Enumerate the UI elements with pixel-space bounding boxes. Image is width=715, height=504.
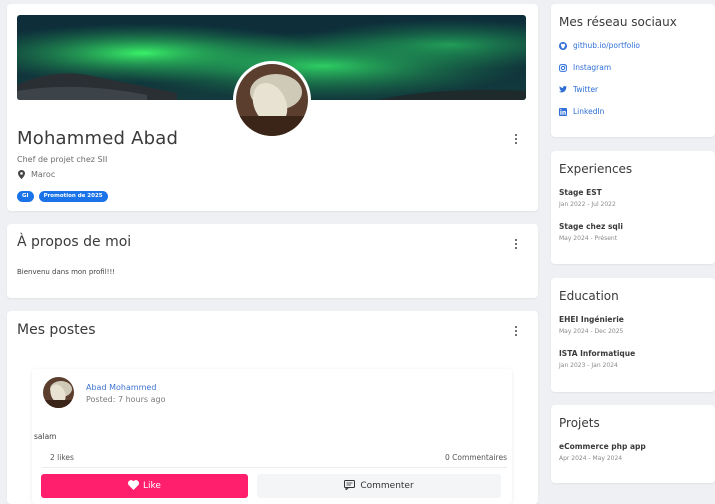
experiences-title: Experiences xyxy=(559,162,633,176)
instagram-icon xyxy=(559,63,567,72)
heart-icon xyxy=(128,479,140,493)
post-divider xyxy=(42,467,507,468)
projects-card: Projets eCommerce php app Apr 2024 - May… xyxy=(551,405,715,483)
project-item-title: eCommerce php app xyxy=(559,442,646,451)
profile-card: Mohammed Abad Chef de projet chez SII Ma… xyxy=(7,4,538,211)
posts-card: Mes postes Abad Mohammed Posted: 7 hours… xyxy=(7,311,538,504)
profile-location: Maroc xyxy=(17,170,55,179)
post-body: salam xyxy=(34,432,57,441)
comment-icon xyxy=(344,479,356,493)
profile-job-title: Chef de projet chez SII xyxy=(17,155,108,164)
post-author-avatar[interactable] xyxy=(43,377,74,408)
badge-promotion: Promotion de 2025 xyxy=(38,191,108,202)
badge-gi: GI xyxy=(17,191,34,202)
linkedin-icon xyxy=(559,107,567,116)
project-item-dates: Apr 2024 - May 2024 xyxy=(559,455,623,462)
social-card: Mes réseau sociaux github.io/portfolio I… xyxy=(551,4,715,137)
social-link-instagram[interactable]: Instagram xyxy=(559,63,611,72)
education-card: Education EHEI Ingénierie May 2024 - Dec… xyxy=(551,278,715,392)
comment-button[interactable]: Commenter xyxy=(257,474,501,498)
post-item: Abad Mohammed Posted: 7 hours ago salam … xyxy=(32,369,512,504)
social-link-label: LinkedIn xyxy=(573,107,605,116)
profile-avatar xyxy=(233,61,311,139)
post-likes-count: 2 likes xyxy=(50,453,74,462)
about-card: À propos de moi Bienvenu dans mon profil… xyxy=(7,224,538,298)
post-author-name[interactable]: Abad Mohammed xyxy=(86,383,156,392)
experiences-card: Experiences Stage EST Jan 2022 - Jul 202… xyxy=(551,151,715,264)
about-title: À propos de moi xyxy=(17,234,132,250)
experience-item-title: Stage chez sqli xyxy=(559,222,623,231)
education-item-title: ISTA Informatique xyxy=(559,349,636,358)
post-timestamp: Posted: 7 hours ago xyxy=(86,395,166,404)
social-title: Mes réseau sociaux xyxy=(559,15,677,29)
comment-button-label: Commenter xyxy=(360,481,414,491)
education-title: Education xyxy=(559,289,619,303)
education-item-dates: Jan 2023 - Jan 2024 xyxy=(559,362,618,369)
education-item-title: EHEI Ingénierie xyxy=(559,315,624,324)
experience-item-title: Stage EST xyxy=(559,188,602,197)
social-link-twitter[interactable]: Twitter xyxy=(559,85,598,94)
experience-item-dates: Jan 2022 - Jul 2022 xyxy=(559,201,616,208)
experience-item-dates: May 2024 - Présent xyxy=(559,235,618,242)
about-text: Bienvenu dans mon profil!!! xyxy=(17,268,116,276)
social-link-label: github.io/portfolio xyxy=(573,41,640,50)
like-button-label: Like xyxy=(143,481,161,491)
post-comments-count[interactable]: 0 Commentaires xyxy=(445,453,507,462)
twitter-icon xyxy=(559,86,567,94)
social-link-label: Twitter xyxy=(573,85,599,94)
profile-more-menu-icon[interactable] xyxy=(511,132,521,146)
profile-name: Mohammed Abad xyxy=(17,128,179,149)
posts-title: Mes postes xyxy=(17,322,96,338)
posts-more-menu-icon[interactable] xyxy=(511,324,521,338)
about-more-menu-icon[interactable] xyxy=(511,237,521,251)
location-pin-icon xyxy=(17,170,25,179)
profile-badges: GI Promotion de 2025 xyxy=(17,191,108,202)
social-link-linkedin[interactable]: LinkedIn xyxy=(559,107,604,116)
social-link-label: Instagram xyxy=(573,63,612,72)
location-text: Maroc xyxy=(31,170,56,179)
education-item-dates: May 2024 - Dec 2025 xyxy=(559,328,624,335)
github-icon xyxy=(559,41,567,50)
social-link-github[interactable]: github.io/portfolio xyxy=(559,41,640,50)
projects-title: Projets xyxy=(559,416,600,430)
like-button[interactable]: Like xyxy=(41,474,248,498)
